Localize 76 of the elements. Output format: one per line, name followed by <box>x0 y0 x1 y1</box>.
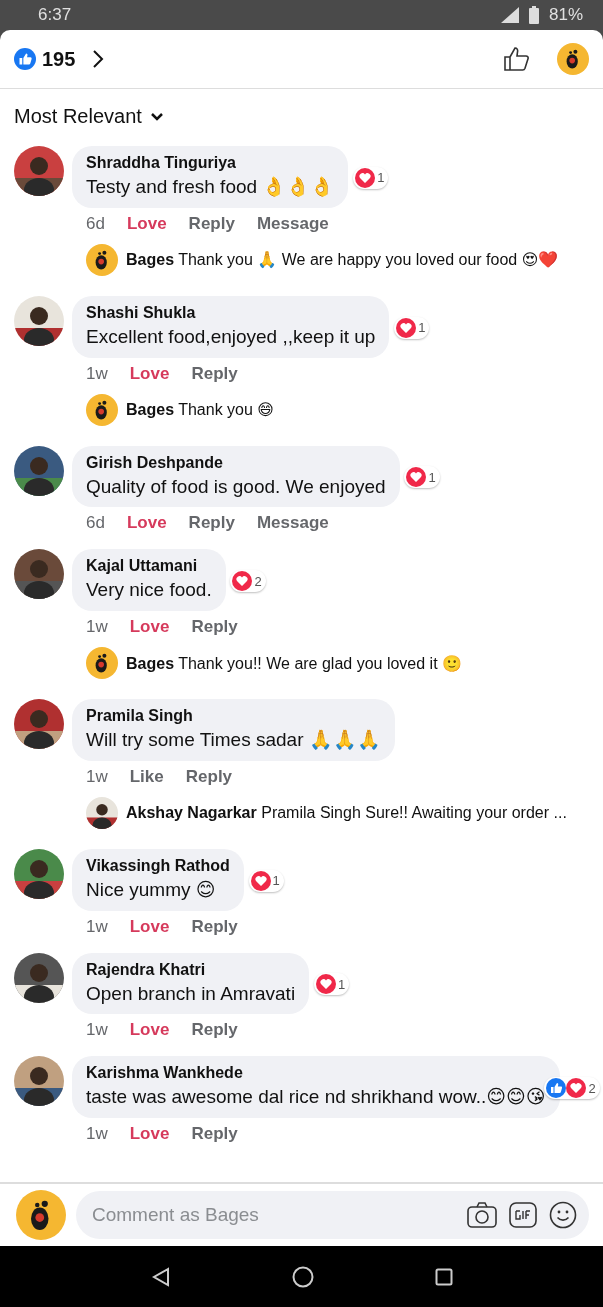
like-icon <box>14 48 36 70</box>
comment-author[interactable]: Shraddha Tinguriya <box>86 154 335 172</box>
comment-field[interactable]: Comment as Bages <box>76 1191 589 1239</box>
back-icon[interactable] <box>150 1266 171 1287</box>
home-icon[interactable] <box>291 1265 314 1288</box>
caret-icon <box>149 111 164 122</box>
action-link[interactable]: Reply <box>188 213 235 234</box>
comment-author[interactable]: Pramila Singh <box>86 707 381 725</box>
reaction-badge[interactable]: 1 <box>248 869 284 892</box>
comment-text: Nice yummy 😊 <box>86 877 217 902</box>
chevron-right-icon[interactable] <box>91 49 106 69</box>
action-link[interactable]: Message <box>256 213 329 234</box>
action-link[interactable]: Reply <box>191 1124 238 1144</box>
comment-time: 1w <box>86 916 108 937</box>
logo-icon <box>86 647 118 679</box>
react-link[interactable]: Love <box>129 363 170 384</box>
logo-icon <box>557 43 589 75</box>
comment-text: Very nice food. <box>86 578 212 602</box>
action-link[interactable]: Reply <box>188 513 235 534</box>
action-link[interactable]: Reply <box>191 617 238 637</box>
action-link[interactable]: Reply <box>191 916 238 937</box>
reaction-badge[interactable]: 2 <box>544 1077 600 1100</box>
logo-icon <box>86 243 118 276</box>
reply-text: Bages Thank you!! We are glad you loved it 🙂 <box>126 653 463 673</box>
comment-text: Testy and fresh food 👌👌👌 <box>86 175 335 199</box>
signal-icon <box>500 7 519 23</box>
comment-text: Excellent food,enjoyed ,,keep it up <box>86 324 376 349</box>
status-time: 6:37 <box>38 5 72 25</box>
comment-author[interactable]: Rajendra Khatri <box>86 960 296 979</box>
like-icon <box>546 1078 567 1099</box>
comment-time: 6d <box>86 213 105 234</box>
action-link[interactable]: Reply <box>185 766 233 787</box>
logo-icon <box>86 393 118 426</box>
comment-author[interactable]: Vikassingh Rathod <box>86 856 230 875</box>
comment-text: Will try some Times sadar 🙏🙏🙏 <box>86 728 381 752</box>
comment-author[interactable]: Karishma Wankhede <box>86 1064 546 1083</box>
comment-author[interactable]: Girish Deshpande <box>86 453 386 472</box>
comment-time: 1w <box>86 766 108 787</box>
comment-time: 1w <box>86 617 108 637</box>
comment-text: Open branch in Amravati <box>86 981 296 1006</box>
comment-text: Quality of food is good. We enjoyed <box>86 474 386 499</box>
reply-text: Bages Thank you 🙏 We are happy you loved our food 😍❤ <box>126 250 559 270</box>
react-link[interactable]: Like <box>129 766 164 787</box>
action-link[interactable]: Reply <box>191 1020 238 1041</box>
react-link[interactable]: Love <box>129 1020 170 1041</box>
battery-icon <box>528 6 539 24</box>
battery-level: 81% <box>548 5 583 25</box>
sort-dropdown[interactable]: Most Relevant <box>14 105 164 128</box>
camera-icon[interactable] <box>467 1202 497 1228</box>
react-link[interactable]: Love <box>126 213 167 234</box>
react-link[interactable]: Love <box>129 916 170 937</box>
gif-icon[interactable] <box>509 1202 537 1228</box>
logo-icon <box>16 1190 66 1240</box>
emoji-icon[interactable] <box>549 1201 577 1229</box>
thumbs-up-icon[interactable] <box>503 45 531 73</box>
comment-author[interactable]: Kajal Uttamani <box>86 557 212 576</box>
reaction-badge[interactable]: 1 <box>394 316 430 339</box>
react-link[interactable]: Love <box>126 513 167 534</box>
reaction-count[interactable]: 195 <box>42 47 76 71</box>
recents-icon[interactable] <box>434 1267 453 1286</box>
comment-time: 1w <box>86 363 108 384</box>
react-link[interactable]: Love <box>129 1124 170 1144</box>
reaction-badge[interactable]: 2 <box>230 570 266 593</box>
comment-author[interactable]: Shashi Shukla <box>86 303 376 322</box>
reaction-badge[interactable]: 1 <box>404 466 440 489</box>
comment-time: 1w <box>86 1124 108 1144</box>
action-link[interactable]: Reply <box>191 363 238 384</box>
reaction-badge[interactable]: 1 <box>353 166 389 189</box>
reply-text: Bages Thank you 😄 <box>126 400 275 419</box>
reply-text: Akshay Nagarkar Pramila Singh Sure!! Awaiting your order ... <box>126 803 567 822</box>
reaction-badge[interactable]: 1 <box>313 973 350 996</box>
comment-text: taste was awesome dal rice nd shrikhand wow..😊😊😘 <box>86 1085 546 1109</box>
comment-time: 6d <box>86 513 105 534</box>
react-link[interactable]: Love <box>129 617 170 637</box>
comment-time: 1w <box>86 1020 108 1041</box>
action-link[interactable]: Message <box>256 513 329 534</box>
